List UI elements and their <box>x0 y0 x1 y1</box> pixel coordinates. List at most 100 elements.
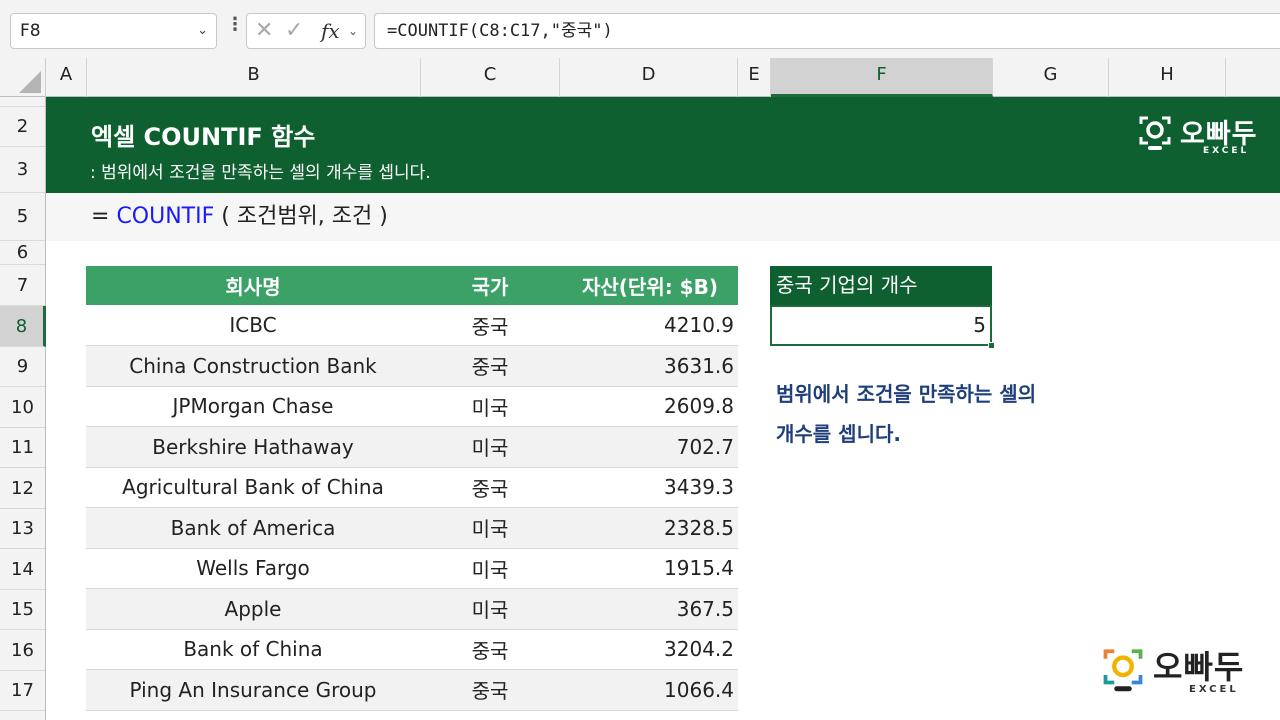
table-row: Bank of America 미국 2328.5 <box>86 507 738 549</box>
insert-function-icon[interactable]: fx <box>321 19 340 43</box>
confirm-icon[interactable]: ✓ <box>285 18 303 43</box>
row-header-12[interactable]: 12 <box>0 468 45 509</box>
company-table: 회사명 국가 자산(단위: $B) ICBC 중국 4210.9 China C… <box>86 266 738 711</box>
cell-country[interactable]: 미국 <box>420 588 560 630</box>
cell-assets[interactable]: 3439.3 <box>560 467 738 508</box>
row-header-14[interactable]: 14 <box>0 549 45 590</box>
select-all-button[interactable] <box>0 58 46 97</box>
column-headers: A B C D E F G H <box>0 58 1280 97</box>
table-row: ICBC 중국 4210.9 <box>86 305 738 346</box>
table-row: Bank of China 중국 3204.2 <box>86 629 738 670</box>
cell-company[interactable]: ICBC <box>86 305 420 346</box>
chevron-down-icon[interactable]: ⌄ <box>348 24 358 38</box>
cell-country[interactable]: 중국 <box>420 467 560 508</box>
column-header-c[interactable]: C <box>421 58 560 97</box>
name-box-value: F8 <box>20 21 41 41</box>
column-header-b[interactable]: B <box>87 58 421 97</box>
result-box: 중국 기업의 개수 5 <box>770 266 995 349</box>
header-assets[interactable]: 자산(단위: $B) <box>560 266 738 305</box>
cell-company[interactable]: China Construction Bank <box>86 345 420 387</box>
logo-brand: 오빠두 <box>1153 648 1245 686</box>
cell-company[interactable]: Bank of America <box>86 507 420 549</box>
chevron-down-icon[interactable]: ⌄ <box>197 14 208 48</box>
description: 범위에서 조건을 만족하는 셀의 개수를 셉니다. <box>776 374 1076 454</box>
cell-country[interactable]: 중국 <box>420 629 560 670</box>
column-header-a[interactable]: A <box>46 58 87 97</box>
row-header-8[interactable]: 8 <box>0 306 46 347</box>
cell-assets[interactable]: 1066.4 <box>560 669 738 711</box>
cell-company[interactable]: Bank of China <box>86 629 420 670</box>
page-title: 엑셀 COUNTIF 함수 <box>91 123 316 151</box>
logo-mark-icon <box>1139 116 1171 150</box>
cell-country[interactable]: 미국 <box>420 548 560 589</box>
cell-assets[interactable]: 3204.2 <box>560 629 738 670</box>
cell-country[interactable]: 중국 <box>420 345 560 387</box>
table-row: Ping An Insurance Group 중국 1066.4 <box>86 669 738 711</box>
table-row: JPMorgan Chase 미국 2609.8 <box>86 386 738 427</box>
logo-mark-icon <box>1103 649 1143 692</box>
row-header-2[interactable]: 2 <box>0 107 45 147</box>
row-header-17[interactable]: 17 <box>0 671 45 711</box>
row-header-1[interactable] <box>0 97 45 107</box>
cell-country[interactable]: 중국 <box>420 669 560 711</box>
column-header-g[interactable]: G <box>993 58 1109 97</box>
row-header-9[interactable]: 9 <box>0 347 45 387</box>
cell-company[interactable]: Agricultural Bank of China <box>86 467 420 508</box>
cell-company[interactable]: Wells Fargo <box>86 548 420 589</box>
cell-assets[interactable]: 3631.6 <box>560 345 738 387</box>
cell-company[interactable]: Apple <box>86 588 420 630</box>
cell-country[interactable]: 중국 <box>420 305 560 346</box>
header-country[interactable]: 국가 <box>420 266 560 305</box>
result-value: 5 <box>973 313 986 337</box>
description-line-2: 개수를 셉니다. <box>776 422 901 446</box>
cell-company[interactable]: Berkshire Hathaway <box>86 426 420 468</box>
formula-bar: F8 ⌄ ⋮ ✕ ✓ fx ⌄ =COUNTIF(C8:C17,"중국") <box>0 0 1280 58</box>
column-header-h[interactable]: H <box>1109 58 1226 97</box>
table-row: Berkshire Hathaway 미국 702.7 <box>86 426 738 468</box>
row-header-10[interactable]: 10 <box>0 387 45 428</box>
row-header-7[interactable]: 7 <box>0 265 45 306</box>
watermark-logo: 오빠두 EXCEL <box>1103 644 1263 696</box>
table-row: China Construction Bank 중국 3631.6 <box>86 345 738 387</box>
logo-sub: EXCEL <box>1203 146 1250 156</box>
header-company[interactable]: 회사명 <box>86 266 420 305</box>
cell-country[interactable]: 미국 <box>420 386 560 427</box>
cell-assets[interactable]: 1915.4 <box>560 548 738 589</box>
fill-handle[interactable] <box>988 342 995 349</box>
row-header-6[interactable]: 6 <box>0 241 45 265</box>
select-all-icon <box>19 71 41 93</box>
formula-actions: ✕ ✓ fx ⌄ <box>246 13 366 49</box>
row-header-13[interactable]: 13 <box>0 509 45 549</box>
column-header-e[interactable]: E <box>738 58 771 97</box>
row-header-15[interactable]: 15 <box>0 590 45 630</box>
row-header-16[interactable]: 16 <box>0 630 45 671</box>
column-header-f[interactable]: F <box>771 58 993 97</box>
page-subtitle: : 범위에서 조건을 만족하는 셀의 개수를 셉니다. <box>90 163 431 183</box>
description-line-1: 범위에서 조건을 만족하는 셀의 <box>776 382 1037 406</box>
cancel-icon[interactable]: ✕ <box>255 18 273 43</box>
syntax-args: ( 조건범위, 조건 ) <box>214 204 388 229</box>
title-banner: 엑셀 COUNTIF 함수 : 범위에서 조건을 만족하는 셀의 개수를 셉니다… <box>46 97 1280 193</box>
cell-assets[interactable]: 367.5 <box>560 588 738 630</box>
syntax-function: COUNTIF <box>116 204 215 229</box>
cell-assets[interactable]: 702.7 <box>560 426 738 468</box>
result-header[interactable]: 중국 기업의 개수 <box>770 266 992 305</box>
cell-assets[interactable]: 2609.8 <box>560 386 738 427</box>
formula-input[interactable]: =COUNTIF(C8:C17,"중국") <box>374 13 1280 49</box>
column-header-d[interactable]: D <box>560 58 738 97</box>
row-header-11[interactable]: 11 <box>0 428 45 468</box>
logo-sub: EXCEL <box>1189 684 1239 695</box>
more-options-icon[interactable]: ⋮ <box>226 14 244 35</box>
cell-country[interactable]: 미국 <box>420 426 560 468</box>
table-row: Wells Fargo 미국 1915.4 <box>86 548 738 589</box>
name-box[interactable]: F8 ⌄ <box>10 13 217 49</box>
row-header-3[interactable]: 3 <box>0 147 45 193</box>
cell-assets[interactable]: 2328.5 <box>560 507 738 549</box>
result-cell-f8[interactable]: 5 <box>770 305 995 349</box>
table-row: Apple 미국 367.5 <box>86 588 738 630</box>
cell-company[interactable]: JPMorgan Chase <box>86 386 420 427</box>
cell-country[interactable]: 미국 <box>420 507 560 549</box>
cell-company[interactable]: Ping An Insurance Group <box>86 669 420 711</box>
cell-assets[interactable]: 4210.9 <box>560 305 738 346</box>
row-header-5[interactable]: 5 <box>0 193 45 241</box>
